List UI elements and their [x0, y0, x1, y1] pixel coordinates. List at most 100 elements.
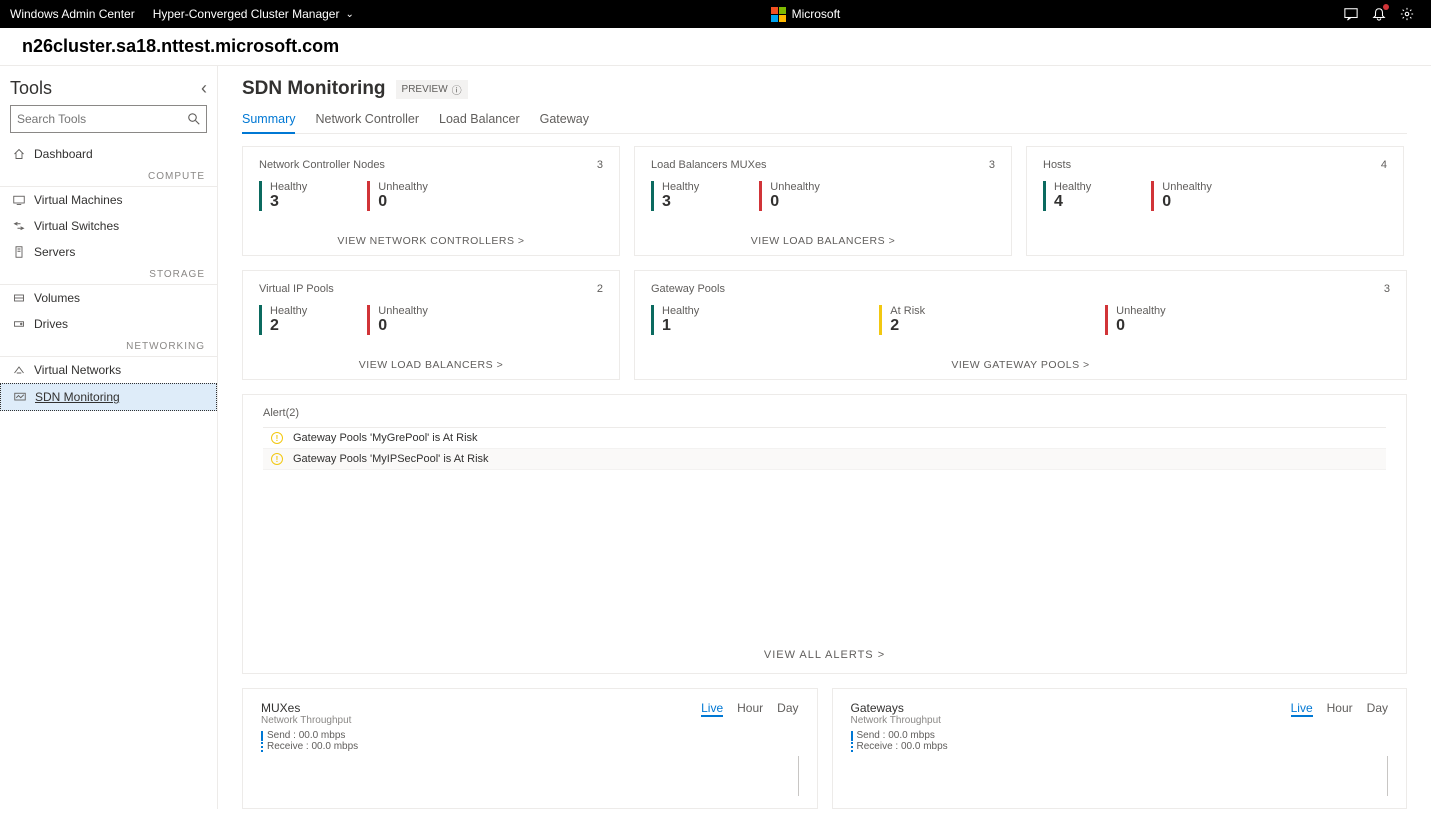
tab-gateway[interactable]: Gateway: [540, 106, 589, 133]
switch-icon: [12, 220, 26, 232]
context-dropdown[interactable]: Hyper-Converged Cluster Manager ⌄: [153, 7, 354, 21]
vm-icon: [12, 194, 26, 206]
time-tab-hour[interactable]: Hour: [1327, 701, 1353, 717]
chart-title: MUXes: [261, 701, 358, 715]
stat-value: 3: [662, 193, 699, 211]
view-load-balancers-link[interactable]: VIEW LOAD BALANCERS >: [651, 225, 995, 247]
stat-label: At Risk: [890, 305, 925, 317]
card-hosts: Hosts4 Healthy4 Unhealthy0: [1026, 146, 1404, 256]
view-all-alerts-link[interactable]: VIEW ALL ALERTS >: [263, 649, 1386, 661]
sidebar-item-volumes[interactable]: Volumes: [0, 285, 217, 311]
sidebar-item-label: Volumes: [34, 291, 80, 305]
tab-summary[interactable]: Summary: [242, 106, 295, 134]
notification-badge: [1383, 4, 1389, 10]
search-tools-box[interactable]: [10, 105, 207, 133]
card-total: 2: [597, 283, 603, 295]
sidebar-item-virtual-switches[interactable]: Virtual Switches: [0, 213, 217, 239]
tab-load-balancer[interactable]: Load Balancer: [439, 106, 520, 133]
sidebar-item-drives[interactable]: Drives: [0, 311, 217, 337]
sidebar-item-virtual-networks[interactable]: Virtual Networks: [0, 357, 217, 383]
brand-label[interactable]: Windows Admin Center: [10, 7, 135, 21]
card-title: Virtual IP Pools: [259, 283, 334, 295]
stat-value: 0: [770, 193, 820, 211]
network-icon: [12, 364, 26, 376]
chart-gateways: Gateways Network Throughput Send : 00.0 …: [832, 688, 1408, 809]
tab-network-controller[interactable]: Network Controller: [315, 106, 419, 133]
feedback-icon[interactable]: [1337, 0, 1365, 28]
card-title: Gateway Pools: [651, 283, 725, 295]
info-icon: ⓘ: [452, 82, 462, 97]
view-load-balancers-link-2[interactable]: VIEW LOAD BALANCERS >: [259, 349, 603, 371]
tools-heading: Tools: [10, 78, 52, 99]
volume-icon: [12, 292, 26, 304]
group-storage: STORAGE: [0, 265, 217, 285]
sidebar-item-sdn-monitoring[interactable]: SDN Monitoring: [0, 383, 217, 411]
stat-value: 2: [270, 317, 307, 335]
sidebar-item-label: Servers: [34, 245, 75, 259]
legend-receive: Receive : 00.0 mbps: [267, 741, 358, 752]
stat-value: 0: [378, 317, 428, 335]
alert-row[interactable]: ! Gateway Pools 'MyIPSecPool' is At Risk: [263, 449, 1386, 470]
legend-send: Send : 00.0 mbps: [267, 730, 345, 741]
card-title: Load Balancers MUXes: [651, 159, 767, 171]
tabs: Summary Network Controller Load Balancer…: [242, 106, 1407, 134]
card-total: 3: [597, 159, 603, 171]
home-icon: [12, 148, 26, 160]
stat-value: 1: [662, 317, 699, 335]
chart-title: Gateways: [851, 701, 948, 715]
alert-row[interactable]: ! Gateway Pools 'MyGrePool' is At Risk: [263, 428, 1386, 449]
chart-muxes: MUXes Network Throughput Send : 00.0 mbp…: [242, 688, 818, 809]
stat-value: 0: [1116, 317, 1166, 335]
group-compute: COMPUTE: [0, 167, 217, 187]
sidebar-item-label: Dashboard: [34, 147, 93, 161]
stat-label: Healthy: [662, 305, 699, 317]
time-tab-live[interactable]: Live: [1291, 701, 1313, 717]
card-title: Hosts: [1043, 159, 1071, 171]
collapse-sidebar-icon[interactable]: ‹: [201, 78, 207, 99]
sidebar-item-label: Virtual Switches: [34, 219, 119, 233]
sidebar-item-dashboard[interactable]: Dashboard: [0, 141, 217, 167]
cluster-title: n26cluster.sa18.nttest.microsoft.com: [0, 28, 1431, 66]
stat-label: Unhealthy: [378, 305, 428, 317]
card-total: 4: [1381, 159, 1387, 171]
stat-label: Unhealthy: [378, 181, 428, 193]
search-icon: [188, 113, 200, 125]
view-network-controllers-link[interactable]: VIEW NETWORK CONTROLLERS >: [259, 225, 603, 247]
search-tools-input[interactable]: [17, 112, 188, 126]
monitoring-icon: [13, 391, 27, 403]
microsoft-squares-icon: [771, 7, 786, 22]
card-virtual-ip-pools: Virtual IP Pools2 Healthy2 Unhealthy0 VI…: [242, 270, 620, 380]
group-networking: NETWORKING: [0, 337, 217, 357]
sidebar: Tools ‹ Dashboard COMPUTE Virtual Machin…: [0, 66, 218, 809]
card-title: Network Controller Nodes: [259, 159, 385, 171]
microsoft-logo: Microsoft: [771, 7, 841, 22]
card-network-controller-nodes: Network Controller Nodes3 Healthy3 Unhea…: [242, 146, 620, 256]
chevron-down-icon: ⌄: [345, 9, 353, 20]
stat-label: Unhealthy: [1116, 305, 1166, 317]
stat-label: Healthy: [270, 305, 307, 317]
view-gateway-pools-link[interactable]: VIEW GATEWAY POOLS >: [651, 349, 1390, 371]
alerts-heading: Alert(2): [263, 407, 1386, 419]
time-tab-live[interactable]: Live: [701, 701, 723, 717]
sidebar-item-virtual-machines[interactable]: Virtual Machines: [0, 187, 217, 213]
sidebar-item-label: Drives: [34, 317, 68, 331]
time-tab-day[interactable]: Day: [1367, 701, 1388, 717]
stat-label: Healthy: [270, 181, 307, 193]
chart-subtitle: Network Throughput: [261, 715, 358, 726]
stat-value: 3: [270, 193, 307, 211]
time-tab-hour[interactable]: Hour: [737, 701, 763, 717]
notifications-icon[interactable]: [1365, 0, 1393, 28]
card-gateway-pools: Gateway Pools3 Healthy1 At Risk2 Unhealt…: [634, 270, 1407, 380]
page-title: SDN Monitoring: [242, 78, 386, 100]
sidebar-item-servers[interactable]: Servers: [0, 239, 217, 265]
card-total: 3: [989, 159, 995, 171]
settings-icon[interactable]: [1393, 0, 1421, 28]
warning-icon: !: [271, 432, 283, 444]
alerts-card: Alert(2) ! Gateway Pools 'MyGrePool' is …: [242, 394, 1407, 674]
stat-label: Unhealthy: [770, 181, 820, 193]
time-tab-day[interactable]: Day: [777, 701, 798, 717]
chart-subtitle: Network Throughput: [851, 715, 948, 726]
drive-icon: [12, 318, 26, 330]
stat-label: Unhealthy: [1162, 181, 1212, 193]
alert-text: Gateway Pools 'MyIPSecPool' is At Risk: [293, 453, 489, 465]
